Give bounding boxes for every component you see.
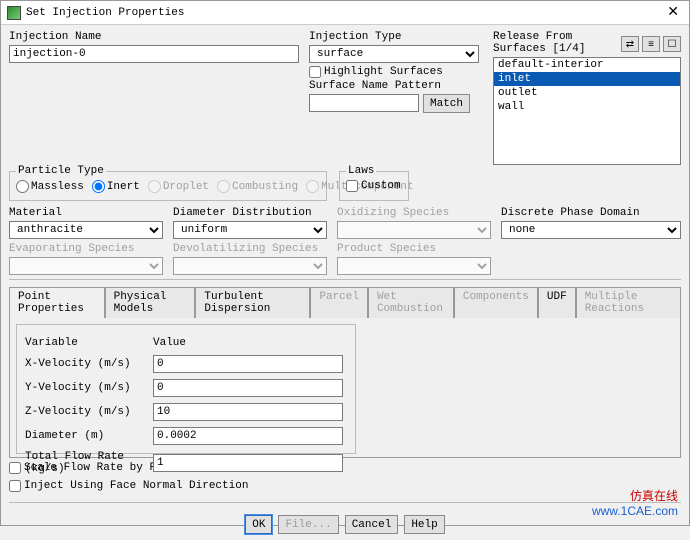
surface-name-pattern-label: Surface Name Pattern	[309, 80, 479, 92]
evap-select	[9, 257, 163, 275]
injection-name-input[interactable]	[9, 45, 299, 63]
help-button[interactable]: Help	[404, 515, 444, 534]
list-item[interactable]: inlet	[494, 72, 680, 86]
oxidizing-select	[337, 221, 491, 239]
table-row: Diameter (m)	[25, 425, 347, 447]
injection-name-label: Injection Name	[9, 31, 299, 43]
injection-type-label: Injection Type	[309, 31, 479, 43]
particle-type-combusting: Combusting	[217, 180, 298, 193]
particle-type-droplet: Droplet	[148, 180, 209, 193]
injection-type-select[interactable]: surface	[309, 45, 479, 63]
table-row: X-Velocity (m/s)	[25, 353, 347, 375]
material-label: Material	[9, 207, 163, 219]
oxidizing-label: Oxidizing Species	[337, 207, 491, 219]
laws-label: Laws	[346, 165, 376, 177]
material-select[interactable]: anthracite	[9, 221, 163, 239]
particle-type-inert[interactable]: Inert	[92, 180, 140, 193]
surface-name-pattern-input[interactable]	[309, 94, 419, 112]
inject-normal-checkbox[interactable]: Inject Using Face Normal Direction	[9, 480, 248, 492]
release-surfaces-list[interactable]: default-interiorinletoutletwall	[493, 57, 681, 165]
highlight-surfaces-checkbox[interactable]: Highlight Surfaces	[309, 66, 479, 78]
tab-udf[interactable]: UDF	[538, 287, 576, 318]
cancel-button[interactable]: Cancel	[345, 515, 399, 534]
select-all-icon[interactable]: ≡	[642, 36, 660, 52]
diameter-dist-select[interactable]: uniform	[173, 221, 327, 239]
variable-header: Variable	[25, 335, 151, 351]
app-icon	[7, 6, 21, 20]
diameter-dist-label: Diameter Distribution	[173, 207, 327, 219]
tab-multiple-reactions: Multiple Reactions	[576, 287, 681, 318]
devol-label: Devolatilizing Species	[173, 243, 327, 255]
match-button[interactable]: Match	[423, 94, 470, 113]
evap-label: Evaporating Species	[9, 243, 163, 255]
product-select	[337, 257, 491, 275]
tab-wet-combustion: Wet Combustion	[368, 287, 454, 318]
dpd-select[interactable]: none	[501, 221, 681, 239]
list-item[interactable]: outlet	[494, 86, 680, 100]
window-title: Set Injection Properties	[26, 7, 184, 19]
tab-physical-models[interactable]: Physical Models	[105, 287, 196, 318]
laws-custom-checkbox[interactable]: Custom	[346, 180, 401, 192]
list-item[interactable]: wall	[494, 100, 680, 114]
table-row: Total Flow Rate (kg/s)	[25, 449, 347, 477]
tab-parcel: Parcel	[310, 287, 368, 318]
tab-turbulent-dispersion[interactable]: Turbulent Dispersion	[195, 287, 310, 318]
list-item[interactable]: default-interior	[494, 58, 680, 72]
file-button: File...	[278, 515, 338, 534]
dpd-label: Discrete Phase Domain	[501, 207, 681, 219]
z-velocity-input[interactable]	[153, 403, 343, 421]
table-row: Y-Velocity (m/s)	[25, 377, 347, 399]
close-icon[interactable]: ✕	[663, 4, 683, 21]
select-none-icon[interactable]: ☐	[663, 36, 681, 52]
product-label: Product Species	[337, 243, 491, 255]
diameter-input[interactable]	[153, 427, 343, 445]
devol-select	[173, 257, 327, 275]
ok-button[interactable]: OK	[245, 515, 272, 534]
value-header: Value	[153, 335, 347, 351]
tab-components: Components	[454, 287, 538, 318]
release-label: Release From Surfaces [1/4]	[493, 31, 621, 55]
y-velocity-input[interactable]	[153, 379, 343, 397]
x-velocity-input[interactable]	[153, 355, 343, 373]
select-reverse-icon[interactable]: ⇄	[621, 36, 639, 52]
table-row: Z-Velocity (m/s)	[25, 401, 347, 423]
particle-type-massless[interactable]: Massless	[16, 180, 84, 193]
total-flow-rate-input[interactable]	[153, 454, 343, 472]
particle-type-label: Particle Type	[16, 165, 106, 177]
tab-point-properties[interactable]: Point Properties	[9, 287, 105, 318]
